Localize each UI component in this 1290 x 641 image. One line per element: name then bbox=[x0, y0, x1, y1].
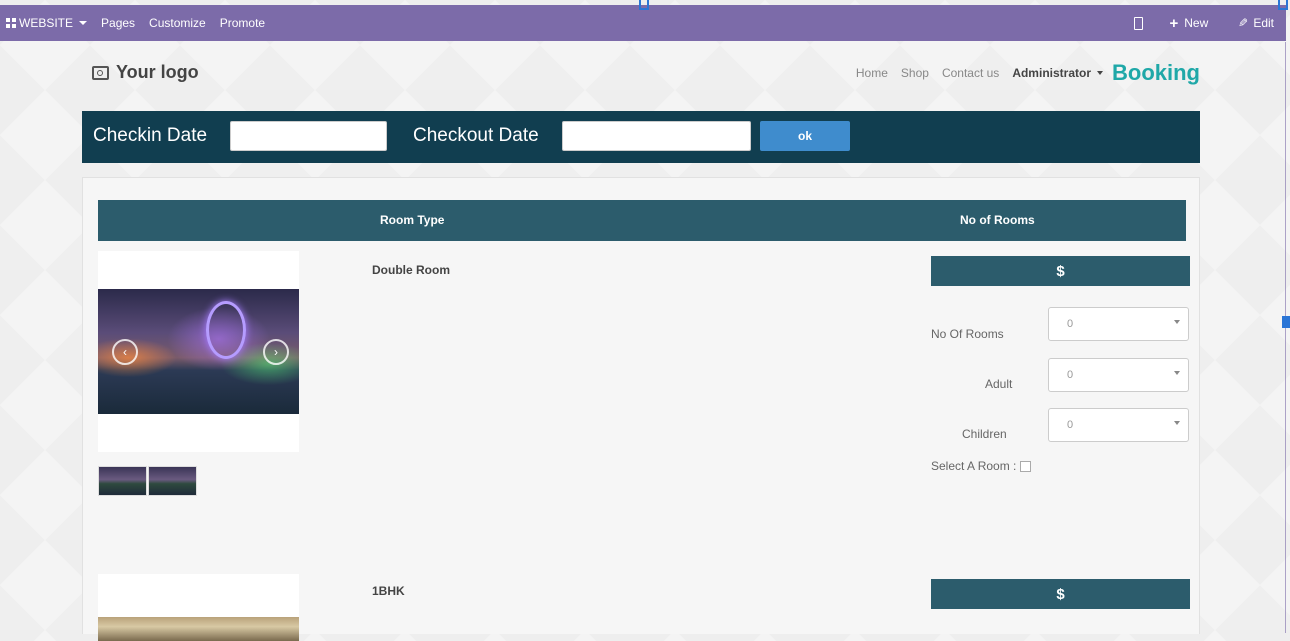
editor-handle-icon bbox=[1278, 0, 1288, 10]
select-room-checkbox[interactable] bbox=[1020, 461, 1032, 473]
plus-icon: + bbox=[1169, 14, 1179, 32]
site-logo[interactable]: Your logo bbox=[92, 62, 199, 83]
prev-arrow-icon[interactable]: ‹ bbox=[112, 339, 138, 365]
resize-handle[interactable] bbox=[1282, 316, 1290, 328]
checkout-date-input[interactable] bbox=[562, 121, 751, 151]
customize-menu[interactable]: Customize bbox=[149, 16, 206, 30]
user-name: Administrator bbox=[1012, 66, 1091, 80]
checkout-label: Checkout Date bbox=[413, 125, 539, 146]
promote-menu[interactable]: Promote bbox=[220, 16, 265, 30]
nav-contact[interactable]: Contact us bbox=[942, 66, 999, 80]
new-button[interactable]: + New bbox=[1169, 15, 1208, 32]
chevron-down-icon bbox=[1174, 421, 1180, 425]
room-thumbnail[interactable] bbox=[98, 466, 147, 496]
chevron-down-icon bbox=[1174, 320, 1180, 324]
editor-border bbox=[1285, 42, 1286, 633]
nav-shop[interactable]: Shop bbox=[901, 66, 929, 80]
rooms-table-header: Room Type No of Rooms bbox=[98, 200, 1186, 241]
room-row: 1BHK $ bbox=[98, 574, 1190, 641]
pencil-icon: ✎ bbox=[1238, 16, 1249, 30]
next-arrow-icon[interactable]: › bbox=[263, 339, 289, 365]
admin-toolbar: WEBSITE Pages Customize Promote + New ✎ … bbox=[0, 5, 1286, 41]
room-photo bbox=[98, 617, 299, 641]
col-room-type: Room Type bbox=[380, 213, 445, 227]
edit-button[interactable]: ✎ Edit bbox=[1238, 16, 1274, 30]
chevron-down-icon bbox=[1174, 371, 1180, 375]
room-photo: ‹ › bbox=[98, 289, 299, 414]
room-price: $ bbox=[931, 256, 1190, 286]
caret-down-icon bbox=[1097, 71, 1103, 75]
room-thumbnail[interactable] bbox=[148, 466, 197, 496]
ferris-wheel-image bbox=[206, 301, 246, 359]
edit-button-label: Edit bbox=[1253, 16, 1274, 30]
adult-label: Adult bbox=[985, 377, 1013, 391]
date-search-bar: Checkin Date Checkout Date ok bbox=[82, 111, 1200, 163]
no-of-rooms-select[interactable]: 0 bbox=[1048, 307, 1189, 341]
website-menu-label: WEBSITE bbox=[19, 16, 74, 30]
main-nav: Home Shop Contact us Administrator Booki… bbox=[843, 60, 1200, 86]
grid-icon bbox=[6, 18, 16, 28]
nav-booking[interactable]: Booking bbox=[1112, 60, 1200, 86]
room-price: $ bbox=[931, 579, 1190, 609]
select-value: 0 bbox=[1067, 318, 1074, 330]
user-menu[interactable]: Administrator bbox=[1012, 66, 1103, 80]
col-no-of-rooms: No of Rooms bbox=[960, 213, 1035, 227]
room-name: 1BHK bbox=[372, 584, 405, 598]
logo-text: Your logo bbox=[116, 62, 199, 82]
room-name: Double Room bbox=[372, 263, 450, 277]
caret-down-icon bbox=[79, 21, 88, 25]
room-row: ‹ › Double Room $ No Of Rooms 0 Adult 0 … bbox=[98, 251, 1190, 581]
mobile-preview-icon[interactable] bbox=[1134, 16, 1144, 30]
checkin-label: Checkin Date bbox=[93, 125, 208, 146]
adult-select[interactable]: 0 bbox=[1048, 358, 1189, 392]
select-room-label: Select A Room : bbox=[931, 459, 1017, 473]
pages-menu[interactable]: Pages bbox=[101, 16, 135, 30]
editor-handle-icon bbox=[639, 0, 649, 10]
new-button-label: New bbox=[1184, 16, 1209, 30]
nav-home[interactable]: Home bbox=[856, 66, 888, 80]
select-room-field: Select A Room : bbox=[931, 459, 1032, 473]
select-value: 0 bbox=[1067, 369, 1074, 381]
select-value: 0 bbox=[1067, 419, 1074, 431]
children-select[interactable]: 0 bbox=[1048, 408, 1189, 442]
checkin-date-input[interactable] bbox=[230, 121, 387, 151]
website-menu[interactable]: WEBSITE bbox=[6, 16, 88, 30]
ok-button[interactable]: ok bbox=[760, 121, 850, 151]
camera-icon bbox=[92, 65, 109, 80]
children-label: Children bbox=[962, 427, 1007, 441]
no-of-rooms-label: No Of Rooms bbox=[931, 327, 1004, 341]
